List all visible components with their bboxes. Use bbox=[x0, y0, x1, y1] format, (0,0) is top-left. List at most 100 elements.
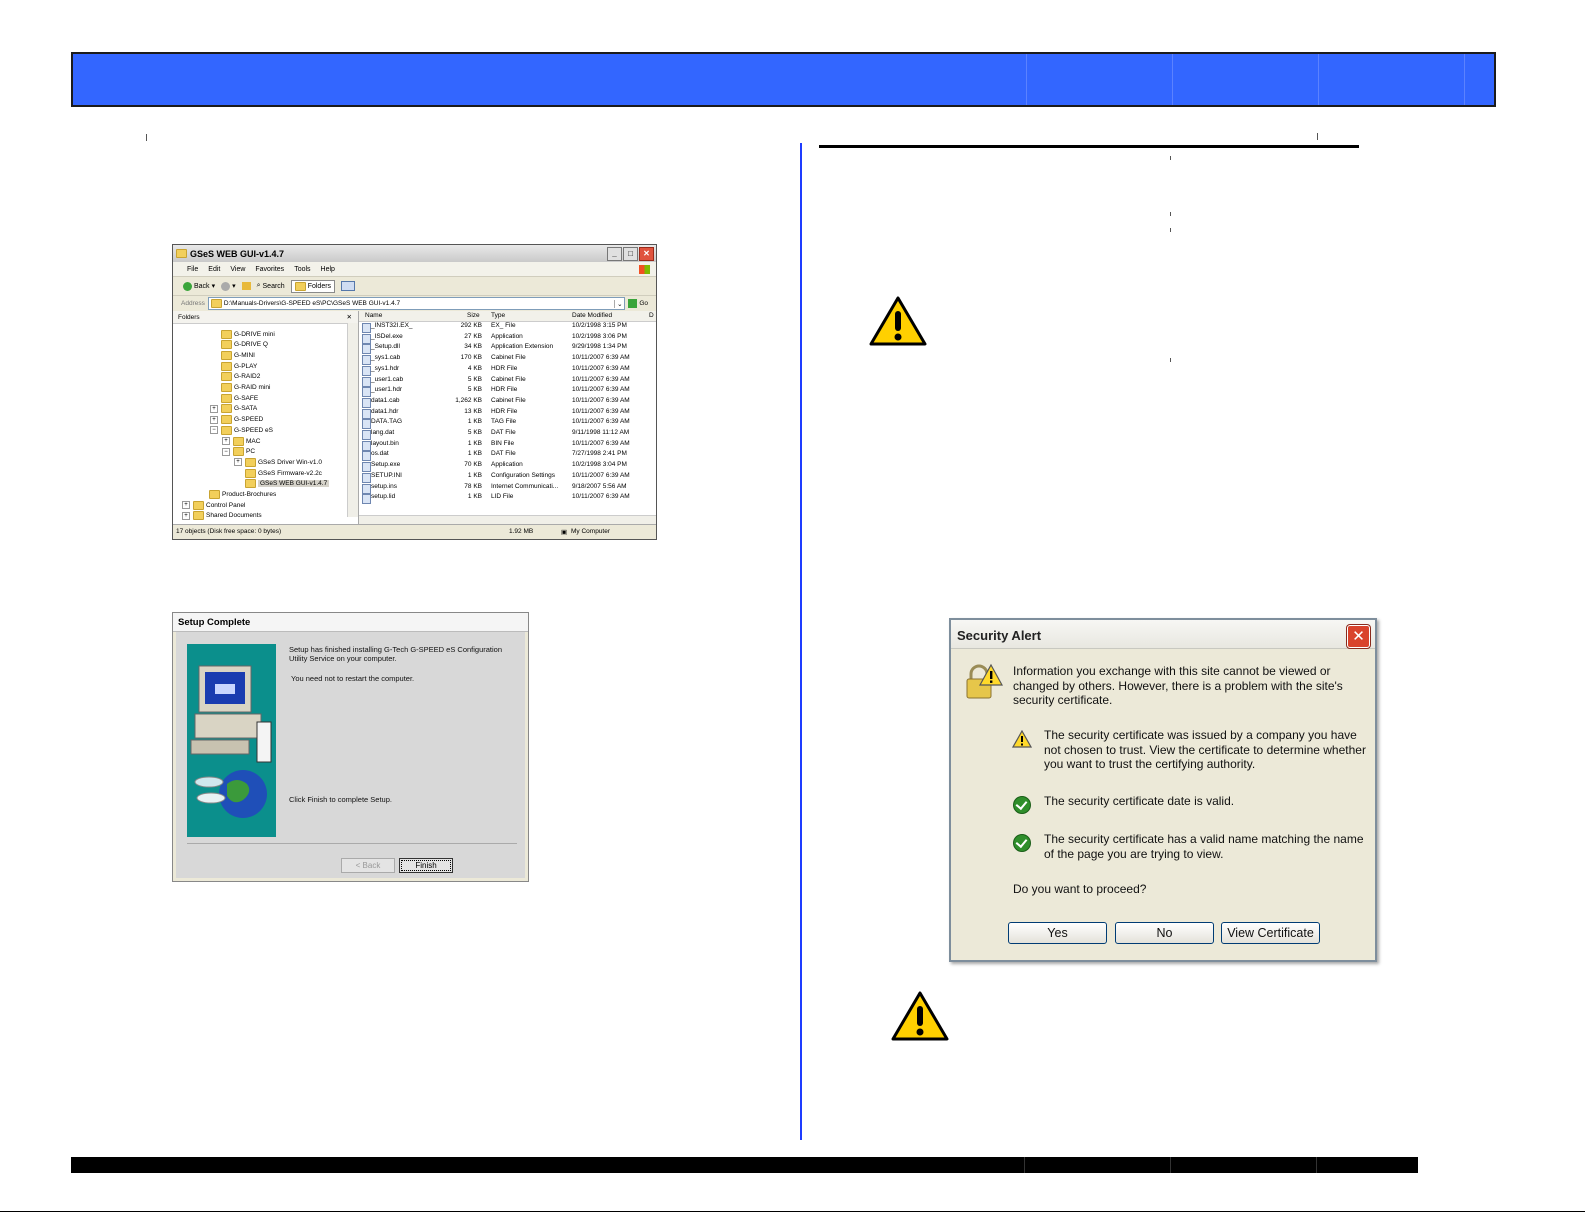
file-row[interactable]: _sys1.hdr 4 KB HDR File 10/11/2007 6:39 AM bbox=[359, 365, 656, 376]
file-row[interactable]: os.dat 1 KB DAT File 7/27/1998 2:41 PM bbox=[359, 450, 656, 462]
go-arrow-icon[interactable] bbox=[628, 299, 638, 308]
folder-icon bbox=[233, 436, 244, 446]
tree-item[interactable]: Product-Brochures bbox=[209, 490, 276, 500]
tree-item[interactable]: G-RAID mini bbox=[221, 383, 270, 393]
status-location: My Computer bbox=[571, 528, 611, 535]
file-row[interactable]: data1.hdr 13 KB HDR File 10/11/2007 6:39 AM bbox=[359, 408, 656, 419]
column-type[interactable]: Type bbox=[491, 312, 505, 319]
file-row[interactable]: setup.lid 1 KB LID File 10/11/2007 6:39 AM bbox=[359, 493, 656, 505]
back-button[interactable]: Back ▾ bbox=[183, 281, 215, 291]
finish-button[interactable]: Finish bbox=[399, 858, 453, 873]
expander-icon[interactable]: + bbox=[222, 437, 230, 445]
tree-item[interactable]: + Shared Documents bbox=[182, 511, 262, 521]
file-row[interactable]: lang.dat 5 KB DAT File 9/11/1998 11:12 AM bbox=[359, 429, 656, 440]
address-input[interactable]: D:\Manuals-Drivers\G-SPEED eS\PC\GSeS WE… bbox=[207, 297, 626, 310]
menu-tools[interactable]: Tools bbox=[294, 266, 310, 273]
go-button[interactable]: Go bbox=[639, 300, 648, 307]
menu-file[interactable]: File bbox=[187, 266, 198, 273]
file-row[interactable]: _INST32I.EX_ 292 KB EX_ File 10/2/1998 3:15… bbox=[359, 322, 656, 333]
file-row[interactable]: setup.ins 78 KB Internet Communicati... 9/1… bbox=[359, 483, 656, 494]
menu-edit[interactable]: Edit bbox=[208, 266, 220, 273]
views-button[interactable] bbox=[341, 281, 356, 291]
setup-message: Setup has finished installing G-Tech G-S… bbox=[289, 645, 503, 663]
file-row[interactable]: layout.bin 1 KB BIN File 10/11/2007 6:39 AM bbox=[359, 440, 656, 451]
tree-item[interactable]: G-SAFE bbox=[221, 393, 258, 403]
minimize-button[interactable]: _ bbox=[607, 246, 622, 261]
expander-icon[interactable]: + bbox=[210, 415, 218, 424]
dropdown-arrow-icon[interactable]: ⌄ bbox=[614, 299, 624, 308]
status-size: 1.92 MB bbox=[509, 528, 534, 535]
tree-item[interactable]: G-DRIVE Q bbox=[221, 340, 268, 350]
file-icon bbox=[362, 344, 371, 355]
setup-titlebar[interactable]: Setup Complete bbox=[173, 613, 528, 632]
tree-item[interactable]: − PC bbox=[222, 447, 255, 457]
expander-icon[interactable]: + bbox=[234, 458, 242, 467]
tree-item[interactable]: G-PLAY bbox=[221, 361, 257, 371]
file-name: _user1.cab bbox=[371, 375, 404, 383]
expander-icon[interactable]: − bbox=[222, 447, 230, 456]
menu-bar: File Edit View Favorites Tools Help bbox=[173, 262, 656, 277]
expander-icon[interactable]: − bbox=[210, 426, 218, 435]
file-row[interactable]: SETUP.INI 1 KB Configuration Settings 10/11… bbox=[359, 472, 656, 483]
close-button[interactable]: ✕ bbox=[1347, 625, 1370, 648]
expander-icon[interactable]: + bbox=[182, 511, 190, 520]
file-row[interactable]: _user1.cab 5 KB Cabinet File 10/11/2007 6:3… bbox=[359, 376, 656, 387]
file-size: 1 KB bbox=[467, 493, 482, 501]
expander-icon[interactable]: + bbox=[210, 404, 218, 413]
maximize-button[interactable]: □ bbox=[623, 246, 638, 261]
view-certificate-button[interactable]: View Certificate bbox=[1221, 922, 1320, 944]
no-button[interactable]: No bbox=[1115, 922, 1214, 944]
close-button[interactable]: ✕ bbox=[639, 246, 654, 261]
file-icon bbox=[362, 355, 371, 366]
file-date: 10/2/1998 3:04 PM bbox=[572, 461, 627, 469]
file-date: 10/11/2007 6:39 AM bbox=[572, 386, 630, 394]
menu-favorites[interactable]: Favorites bbox=[255, 266, 284, 273]
computer-icon: ▣ bbox=[561, 529, 568, 536]
setup-title: Setup Complete bbox=[178, 616, 251, 628]
close-pane-icon[interactable]: ✕ bbox=[347, 313, 352, 321]
tree-item[interactable]: G-DRIVE mini bbox=[221, 329, 275, 339]
file-type: DAT File bbox=[491, 429, 516, 436]
security-alert-titlebar[interactable]: Security Alert ✕ bbox=[951, 620, 1375, 649]
explorer-titlebar[interactable]: GSeS WEB GUI-v1.4.7 _ □ ✕ bbox=[173, 245, 656, 262]
forward-button[interactable]: ▾ bbox=[221, 281, 236, 291]
folders-button[interactable]: Folders bbox=[290, 279, 336, 293]
file-date: 9/18/2007 5:56 AM bbox=[572, 482, 627, 490]
file-row[interactable]: Setup.exe 70 KB Application 10/2/1998 3:04 … bbox=[359, 461, 656, 473]
column-date[interactable]: Date Modified bbox=[572, 312, 612, 319]
tree-item[interactable]: GSeS Firmware-v2.2c bbox=[245, 468, 322, 478]
menu-view[interactable]: View bbox=[230, 266, 245, 273]
folder-icon bbox=[221, 383, 232, 392]
tree-item[interactable]: GSeS WEB GUI-v1.4.7 bbox=[245, 479, 330, 489]
tree-item[interactable]: + Control Panel bbox=[182, 500, 245, 510]
menu-help[interactable]: Help bbox=[321, 266, 335, 273]
file-icon bbox=[362, 365, 371, 376]
file-size: 5 KB bbox=[467, 375, 482, 383]
file-row[interactable]: DATA.TAG 1 KB TAG File 10/11/2007 6:39 AM bbox=[359, 418, 656, 430]
column-size[interactable]: Size bbox=[467, 312, 480, 319]
tree-scrollbar[interactable] bbox=[347, 323, 358, 517]
file-row[interactable]: _Setup.dll 34 KB Application Extension 9/29… bbox=[359, 343, 656, 355]
tree-item[interactable]: + G-SATA bbox=[210, 404, 257, 414]
file-row[interactable]: data1.cab 1,262 KB Cabinet File 10/11/2007 … bbox=[359, 397, 656, 408]
tree-item[interactable]: G-RAID2 bbox=[221, 372, 260, 382]
tree-item[interactable]: + G-SPEED bbox=[210, 415, 263, 425]
security-alert-dialog: Security Alert ✕ Information you exchang… bbox=[949, 618, 1377, 962]
folder-icon bbox=[294, 281, 306, 291]
column-more[interactable]: D bbox=[649, 312, 654, 319]
tree-item[interactable]: G-MINI bbox=[221, 350, 255, 360]
column-name[interactable]: Name bbox=[365, 312, 382, 319]
file-name: lang.dat bbox=[371, 429, 395, 436]
tree-item[interactable]: + GSeS Driver Win-v1.0 bbox=[234, 457, 322, 467]
tree-item[interactable]: − G-SPEED eS bbox=[210, 425, 273, 435]
file-row[interactable]: _sys1.cab 170 KB Cabinet File 10/11/2007 6:… bbox=[359, 354, 656, 366]
back-button[interactable]: < Back bbox=[341, 858, 395, 873]
yes-button[interactable]: Yes bbox=[1008, 922, 1107, 944]
expander-icon[interactable]: + bbox=[182, 501, 190, 510]
file-row[interactable]: _user1.hdr 5 KB HDR File 10/11/2007 6:39 AM bbox=[359, 386, 656, 398]
up-folder-icon[interactable] bbox=[241, 282, 251, 290]
tree-item[interactable]: + MAC bbox=[222, 436, 260, 446]
file-row[interactable]: _ISDel.exe 27 KB Application 10/2/1998 3:06… bbox=[359, 333, 656, 344]
footer-bar bbox=[71, 1157, 1418, 1173]
search-button[interactable]: ⌕ Search bbox=[257, 282, 285, 290]
